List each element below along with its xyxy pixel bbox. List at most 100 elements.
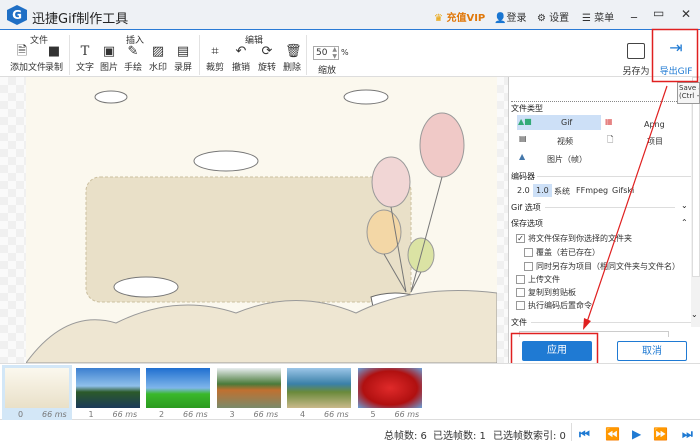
previous-frame-icon[interactable]: ⏪ [605,427,620,441]
project-icon: 🗋 [607,135,614,144]
divider [537,176,691,177]
tooltip-line: Save a [679,84,699,92]
text-button[interactable]: T 文字 [73,45,97,73]
maximize-button[interactable]: ▭ [653,6,664,20]
frame-delay: 66 ms [324,410,349,419]
delete-button[interactable]: 🗑 删除 [280,45,304,73]
save-item[interactable]: 执行编码后置命令 [516,300,592,311]
encoder-2[interactable]: 2.0 [517,186,530,195]
vip-label: 充值VIP [446,13,486,24]
balloon-illustration [25,89,498,364]
save-item[interactable]: 复制到剪贴板 [516,287,576,298]
export-gif-button[interactable]: ⇥ 导出GIF [657,40,695,78]
record-button[interactable]: ■ 录制 [42,45,66,73]
delete-label: 删除 [282,63,301,73]
save-item-label: 上传文件 [528,275,560,284]
hamburger-icon: ☰ [582,13,591,24]
play-icon[interactable]: ▶ [632,427,641,441]
apply-button[interactable]: 应用 [522,341,592,361]
checkbox-checked[interactable]: ✓ [516,234,525,243]
checkbox[interactable] [524,248,533,257]
image-label: 图片 [99,63,118,73]
crop-icon: ⌗ [211,44,219,59]
scrollbar-thumb[interactable] [692,77,700,277]
encoder-ffmpeg[interactable]: FFmpeg [576,186,608,195]
filename-input[interactable] [519,331,669,337]
chevron-down-icon[interactable]: ⌄ [681,201,688,210]
settings-button[interactable]: ⚙ 设置 [537,9,569,24]
cancel-button[interactable]: 取消 [617,341,687,361]
draw-button[interactable]: ✎ 手绘 [121,45,145,73]
encoder-system[interactable]: 系统 [554,186,570,197]
checkbox[interactable] [516,275,525,284]
checkbox[interactable] [524,262,533,271]
zoom-stepper[interactable]: 50 ▲ ▼ [313,46,339,60]
draw-label: 手绘 [123,63,142,73]
save-item-label: 覆盖（若已存在） [536,248,600,257]
frame-thumbnail[interactable] [357,368,422,408]
checkbox[interactable] [516,288,525,297]
separator [69,35,70,75]
frame-thumbnail[interactable] [216,368,281,408]
last-frame-icon[interactable]: ⏭ [682,427,693,442]
film-icon: ▤ [176,44,190,59]
frame-thumbnail[interactable] [5,368,69,408]
frame-thumbnail[interactable] [146,368,210,408]
text-icon: T [80,44,90,59]
type-images[interactable]: 图片（帧） [547,154,587,165]
menu-button[interactable]: ☰ 菜单 [582,9,614,24]
type-project[interactable]: 项目 [647,136,663,147]
encoder-title: 编码器 [511,172,535,181]
selected-index: 已选帧数索引: 0 [493,431,566,442]
total-frames: 总帧数: 6 [384,431,427,442]
frames-icon: ▲ [519,152,526,161]
spinner-icon[interactable]: ▲ ▼ [332,46,337,60]
login-button[interactable]: 👤登录 [494,9,526,24]
user-icon: 👤 [494,13,507,24]
crop-button[interactable]: ⌗ 裁剪 [203,45,227,73]
frame-delay: 66 ms [253,410,279,419]
vip-button[interactable]: ♛ 充值VIP [434,9,485,24]
app-title: 迅捷Gif制作工具 [32,12,129,27]
zoom-value: 50 [316,48,328,58]
camera-icon: ■ [47,44,61,59]
save-item[interactable]: 覆盖（若已存在） [524,247,600,258]
gif-options-toggle[interactable]: Gif 选项 [511,202,541,213]
frame-thumbnail[interactable] [75,368,140,408]
frame-thumbnail[interactable] [287,368,351,408]
close-button[interactable]: ✕ [681,7,691,21]
save-as-button[interactable]: 另存为 [621,43,651,77]
frame-index: 0 [18,410,24,419]
checkbox[interactable] [516,301,525,310]
undo-button[interactable]: ↶ 撤销 [229,45,253,73]
frame-strip: 0 66 ms 1 66 ms 2 66 ms 3 66 ms 4 66 ms 5 66 ms [0,363,700,420]
save-item[interactable]: 同时另存为项目（相同文件夹与文件名） [524,261,680,272]
next-frame-icon[interactable]: ⏩ [653,427,668,441]
folder-icon [627,43,645,59]
screen-record-button[interactable]: ▤ 录屏 [171,45,195,73]
title-bar: G 迅捷Gif制作工具 ♛ 充值VIP 👤登录 ⚙ 设置 ☰ 菜单 _ ▭ ✕ [0,0,700,30]
type-apng[interactable]: Apng [644,120,665,129]
add-file-label: 添加文件 [10,63,47,73]
encoder-gifski[interactable]: Gifski [612,186,634,195]
chevron-up-icon[interactable]: ⌃ [681,218,688,227]
frame-preview [25,77,498,364]
minimize-button[interactable]: _ [631,4,637,18]
encoder-1[interactable]: 1.0 [533,184,552,197]
crop-label: 裁剪 [205,63,224,73]
frame-delay: 66 ms [42,410,67,419]
save-item[interactable]: ✓ 将文件保存到你选择的文件夹 [516,233,632,244]
frame-index: 1 [88,410,94,419]
watermark-button[interactable]: ▨ 水印 [146,45,170,73]
image-button[interactable]: ▣ 图片 [97,45,121,73]
crown-icon: ♛ [434,13,443,24]
zoom-unit: % [341,48,349,57]
type-gif[interactable]: Gif [561,118,572,127]
first-frame-icon[interactable]: ⏮ [579,427,590,442]
save-item[interactable]: 上传文件 [516,274,560,285]
rotate-button[interactable]: ⟳ 旋转 [255,45,279,73]
add-file-button[interactable]: 🗎 添加文件 [10,45,47,73]
scroll-down-icon[interactable]: ⌄ [691,310,698,319]
type-video[interactable]: 视频 [557,136,573,147]
save-item-label: 同时另存为项目（相同文件夹与文件名） [536,262,680,271]
